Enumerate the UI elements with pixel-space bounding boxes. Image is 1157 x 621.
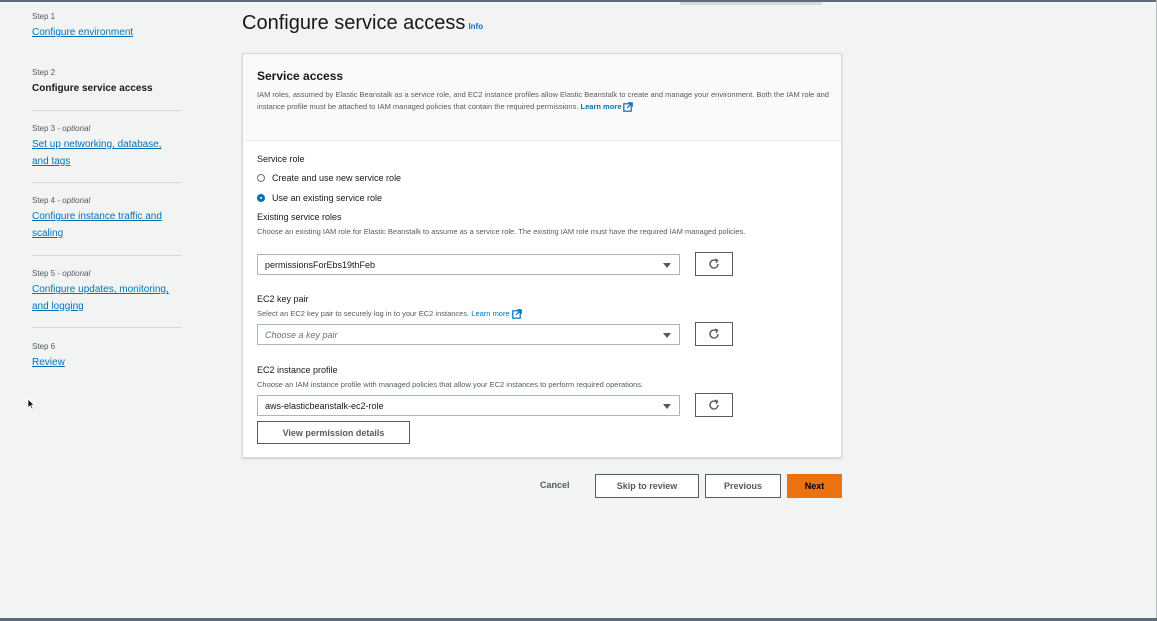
step-divider: [32, 182, 182, 183]
panel-description-text: IAM roles, assumed by Elastic Beanstalk …: [257, 90, 829, 111]
radio-label: Create and use new service role: [272, 173, 402, 183]
step-2: Step 2 Configure service access: [32, 68, 182, 97]
step-number: Step 5 - optional: [32, 269, 91, 278]
refresh-instance-profiles-button[interactable]: [695, 393, 733, 417]
select-value: aws-elasticbeanstalk-ec2-role: [265, 401, 384, 411]
step-optional-tag: optional: [62, 269, 91, 278]
refresh-roles-button[interactable]: [695, 252, 733, 276]
select-placeholder: Choose a key pair: [265, 330, 338, 340]
panel-title: Service access: [257, 69, 344, 83]
instance-profile-description: Choose an IAM instance profile with mana…: [257, 380, 644, 389]
step-link-review[interactable]: Review: [32, 355, 182, 372]
step-optional-tag: optional: [62, 196, 91, 205]
step-current-configure-service-access: Configure service access: [32, 83, 153, 94]
previous-button[interactable]: Previous: [705, 474, 781, 498]
external-link-icon: [623, 102, 634, 112]
mouse-cursor-icon: [27, 398, 35, 410]
step-divider: [32, 110, 182, 111]
step-label-line: Set up networking, database,: [32, 139, 162, 150]
step-link-networking[interactable]: Set up networking, database, and tags: [32, 137, 182, 170]
step-1: Step 1 Configure environment: [32, 12, 182, 42]
existing-role-select[interactable]: permissionsForEbs19thFeb: [257, 254, 680, 275]
step-label-line: Configure updates, monitoring,: [32, 284, 169, 295]
info-link[interactable]: Info: [468, 22, 483, 31]
caret-down-icon: [663, 263, 671, 268]
panel-header: Service access IAM roles, assumed by Ela…: [243, 54, 841, 141]
top-border: [0, 0, 1157, 2]
key-pair-label: EC2 key pair: [257, 294, 309, 304]
step-label-line: Configure instance traffic and: [32, 211, 162, 222]
view-permission-details-button[interactable]: View permission details: [257, 421, 410, 444]
step-number: Step 3 - optional: [32, 124, 91, 133]
page-title-text: Configure service access: [242, 12, 466, 34]
key-pair-description-text: Select an EC2 key pair to securely log i…: [257, 309, 470, 318]
step-number-text: Step 4: [32, 196, 56, 205]
existing-roles-description: Choose an existing IAM role for Elastic …: [257, 227, 746, 236]
learn-more-text: Learn more: [580, 102, 622, 111]
step-number-text: Step 3: [32, 124, 56, 133]
service-role-label: Service role: [257, 154, 305, 164]
select-value: permissionsForEbs19thFeb: [265, 260, 376, 270]
step-6: Step 6 Review: [32, 342, 182, 372]
skip-to-review-button[interactable]: Skip to review: [595, 474, 699, 498]
next-button[interactable]: Next: [787, 474, 842, 498]
step-link-instance-traffic[interactable]: Configure instance traffic and scaling: [32, 209, 182, 242]
step-number: Step 1: [32, 12, 56, 21]
key-pair-learn-more-link[interactable]: Learn more: [471, 309, 522, 319]
refresh-key-pairs-button[interactable]: [695, 322, 733, 346]
step-number: Step 2: [32, 68, 56, 77]
step-label-line: and tags: [32, 155, 71, 167]
caret-down-icon: [663, 333, 671, 338]
refresh-icon: [709, 399, 719, 410]
instance-profile-select[interactable]: aws-elasticbeanstalk-ec2-role: [257, 395, 680, 416]
learn-more-text: Learn more: [471, 309, 510, 318]
radio-button[interactable]: [257, 174, 265, 182]
cancel-button[interactable]: Cancel: [540, 480, 570, 490]
key-pair-description: Select an EC2 key pair to securely log i…: [257, 308, 827, 320]
step-link-updates-monitoring[interactable]: Configure updates, monitoring, and loggin…: [32, 282, 182, 315]
step-divider: [32, 255, 182, 256]
key-pair-select[interactable]: Choose a key pair: [257, 324, 680, 345]
step-optional-tag: optional: [62, 124, 91, 133]
step-label-line: and logging: [32, 300, 84, 312]
radio-label: Use an existing service role: [272, 193, 383, 203]
step-label-line: scaling: [32, 227, 64, 239]
step-link-configure-environment[interactable]: Configure environment: [32, 25, 182, 42]
refresh-icon: [709, 328, 719, 339]
learn-more-link[interactable]: Learn more: [580, 102, 634, 112]
page-title: Configure service access Info: [242, 12, 483, 35]
top-tab-strip: [680, 2, 822, 5]
caret-down-icon: [663, 404, 671, 409]
service-access-panel: Service access IAM roles, assumed by Ela…: [242, 53, 842, 458]
panel-description: IAM roles, assumed by Elastic Beanstalk …: [257, 89, 832, 113]
step-number: Step 4 - optional: [32, 196, 91, 205]
step-3: Step 3 - optional Set up networking, dat…: [32, 124, 182, 170]
step-5: Step 5 - optional Configure updates, mon…: [32, 269, 182, 315]
step-divider: [32, 327, 182, 328]
external-link-icon: [511, 309, 522, 319]
step-4: Step 4 - optional Configure instance tra…: [32, 196, 182, 242]
step-number-text: Step 5: [32, 269, 56, 278]
instance-profile-label: EC2 instance profile: [257, 365, 338, 375]
radio-create-new-role[interactable]: Create and use new service role: [257, 173, 401, 183]
radio-use-existing-role[interactable]: Use an existing service role: [257, 193, 382, 203]
existing-roles-label: Existing service roles: [257, 212, 342, 222]
step-number: Step 6: [32, 342, 56, 351]
radio-button-selected[interactable]: [257, 194, 265, 202]
refresh-icon: [709, 258, 719, 269]
